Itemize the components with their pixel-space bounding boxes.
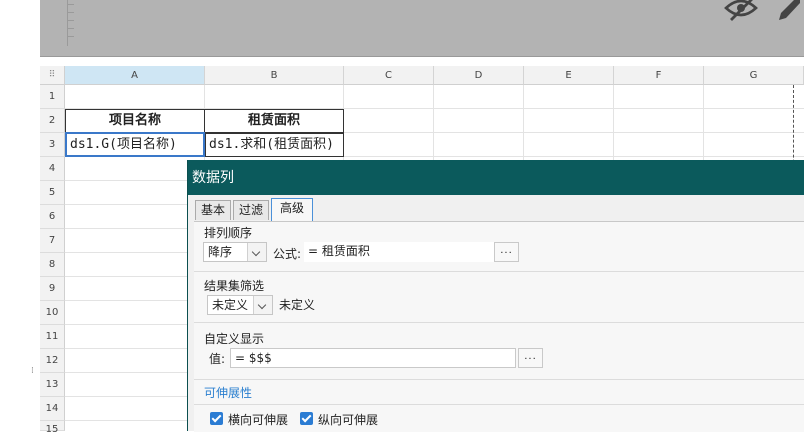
column-header-e[interactable]: E: [524, 66, 614, 85]
cell-b3[interactable]: ds1.求和(租赁面积): [205, 133, 344, 157]
custom-display-label: 自定义显示: [204, 332, 265, 346]
cell-b2[interactable]: 租赁面积: [204, 109, 344, 133]
column-header-b[interactable]: B: [205, 66, 344, 85]
panel-resize-handle[interactable]: ⁞: [31, 366, 37, 376]
toolbar-area: [40, 0, 804, 57]
row-header-4[interactable]: 4: [40, 157, 65, 181]
section-divider: [194, 404, 804, 405]
ruler-ticks: [68, 4, 74, 44]
row-header-8[interactable]: 8: [40, 253, 65, 277]
sort-order-label: 排列顺序: [204, 226, 253, 240]
tab-basic[interactable]: 基本: [195, 200, 231, 220]
row-header-11[interactable]: 11: [40, 325, 65, 349]
column-header-a[interactable]: A: [65, 66, 205, 85]
sort-order-value: 降序: [208, 245, 233, 259]
dialog-title[interactable]: 数据列: [188, 160, 804, 195]
row-header-12[interactable]: 12: [40, 349, 65, 373]
column-header-g[interactable]: G: [704, 66, 804, 85]
column-header-f[interactable]: F: [614, 66, 704, 85]
row-header-7[interactable]: 7: [40, 229, 65, 253]
custom-display-edit-button[interactable]: ...: [518, 348, 543, 368]
chevron-down-icon[interactable]: [247, 243, 266, 261]
row-header-6[interactable]: 6: [40, 205, 65, 229]
cell-a2[interactable]: 项目名称: [65, 109, 205, 133]
row-header-13[interactable]: 13: [40, 373, 65, 397]
vertical-expand-label[interactable]: 纵向可伸展: [318, 411, 378, 428]
column-header-d[interactable]: D: [434, 66, 524, 85]
custom-display-field[interactable]: = $$$: [230, 348, 516, 368]
data-column-dialog: 数据列 基本 过滤 高级 排列顺序 降序 公式: = 租赁面积 ... 结果集筛…: [187, 160, 804, 432]
formula-label: 公式:: [273, 247, 302, 261]
row-header-10[interactable]: 10: [40, 301, 65, 325]
section-divider: [194, 379, 804, 380]
row-header-3[interactable]: 3: [40, 133, 65, 157]
advanced-panel: 排列顺序 降序 公式: = 租赁面积 ... 结果集筛选 未定义 未定义 自定义…: [194, 221, 804, 432]
row-header-15[interactable]: 15: [40, 421, 65, 435]
result-filter-text: 未定义: [279, 298, 316, 312]
checkbox-checked-icon[interactable]: [210, 412, 223, 425]
section-divider: [194, 322, 804, 323]
tab-filter[interactable]: 过滤: [233, 200, 269, 220]
expand-section-title: 可伸展性: [204, 386, 253, 400]
row-header-2[interactable]: 2: [40, 109, 65, 133]
toolbar-gap: [40, 57, 804, 66]
sort-formula-field[interactable]: = 租赁面积: [304, 242, 494, 262]
result-filter-label: 结果集筛选: [204, 279, 265, 293]
row-header-9[interactable]: 9: [40, 277, 65, 301]
cell-a3[interactable]: ds1.G(项目名称): [65, 132, 205, 157]
tab-advanced[interactable]: 高级: [271, 198, 313, 221]
section-divider: [194, 271, 804, 272]
row-header-1[interactable]: 1: [40, 85, 65, 109]
sort-formula-edit-button[interactable]: ...: [494, 242, 519, 262]
result-filter-value: 未定义: [212, 298, 249, 312]
select-all-corner[interactable]: ⠿: [40, 66, 65, 85]
eye-off-icon[interactable]: [723, 0, 759, 22]
pen-icon[interactable]: [775, 0, 803, 22]
value-label: 值:: [209, 352, 226, 366]
horizontal-expand-label[interactable]: 横向可伸展: [228, 411, 288, 428]
result-filter-select[interactable]: 未定义: [207, 295, 273, 315]
chevron-down-icon[interactable]: [253, 296, 272, 314]
checkbox-checked-icon[interactable]: [300, 412, 313, 425]
row-header-5[interactable]: 5: [40, 181, 65, 205]
sort-order-select[interactable]: 降序: [203, 242, 267, 262]
column-header-c[interactable]: C: [344, 66, 434, 85]
left-panel-strip: ⁞: [0, 0, 40, 431]
row-header-14[interactable]: 14: [40, 397, 65, 421]
